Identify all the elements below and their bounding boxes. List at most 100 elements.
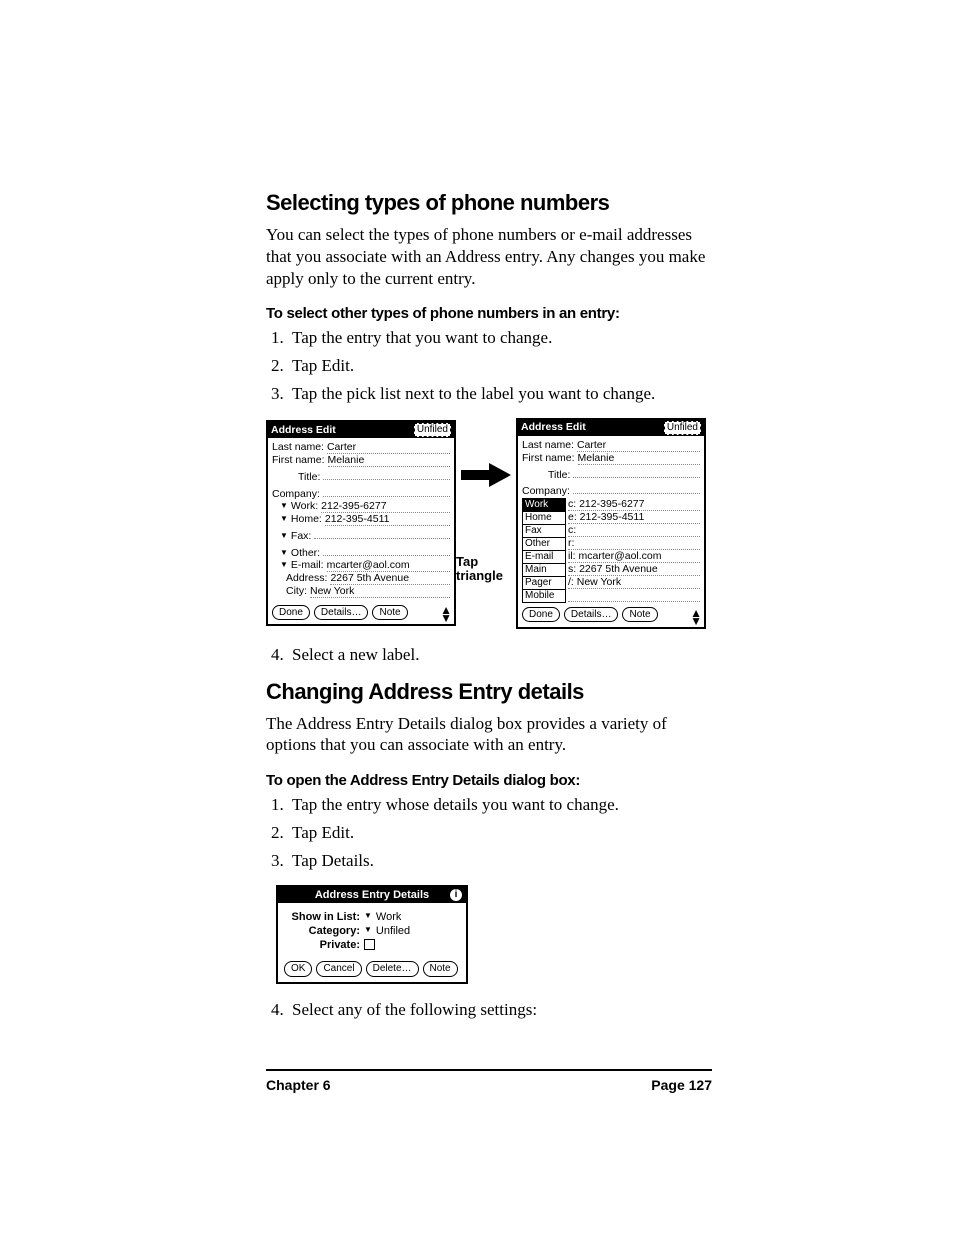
picklist-trigger-icon[interactable]: ▼ [280, 532, 288, 540]
field-value[interactable]: c: 212-395-6277 [568, 498, 700, 511]
field-value[interactable]: 212-395-4511 [325, 513, 450, 526]
label-title: Title: [298, 471, 320, 484]
picklist-option[interactable]: Work [523, 499, 565, 512]
done-button[interactable]: Done [272, 605, 310, 620]
label-category: Category: [286, 925, 360, 937]
delete-button[interactable]: Delete… [366, 961, 419, 977]
info-icon[interactable]: i [450, 889, 462, 901]
step-list: Tap the entry whose details you want to … [266, 793, 712, 872]
step-list: Tap the entry that you want to change. T… [266, 326, 712, 405]
procedure-heading: To select other types of phone numbers i… [266, 305, 712, 322]
field-label: Address: [286, 572, 327, 585]
body-text: You can select the types of phone number… [266, 224, 712, 289]
details-button[interactable]: Details… [564, 607, 619, 622]
label-show-in-list: Show in List: [286, 911, 360, 923]
picklist-trigger-icon[interactable]: ▼ [280, 549, 288, 557]
field-value-row [568, 589, 700, 602]
dropdown-icon[interactable]: ▼ [364, 926, 372, 934]
step: Tap the pick list next to the label you … [288, 382, 712, 406]
palm-screen-left: Address Edit Unfiled Last name:Carter Fi… [266, 420, 456, 626]
picklist-option[interactable]: Fax [523, 525, 565, 538]
picklist-option[interactable]: Pager [523, 577, 565, 590]
cancel-button[interactable]: Cancel [316, 961, 361, 977]
input-last-name[interactable]: Carter [577, 439, 700, 452]
step: Tap Edit. [288, 821, 712, 845]
field-label: City: [286, 585, 307, 598]
dropdown-icon[interactable]: ▼ [364, 912, 372, 920]
picklist-option[interactable]: Other [523, 538, 565, 551]
input-company[interactable] [323, 484, 450, 497]
input-first-name[interactable]: Melanie [578, 452, 700, 465]
step-list-cont: Select any of the following settings: [266, 998, 712, 1022]
field-value[interactable]: 212-395-6277 [321, 500, 450, 513]
step: Tap Details. [288, 849, 712, 873]
field-value[interactable] [568, 589, 700, 602]
picklist-option[interactable]: Mobile [523, 590, 565, 603]
private-checkbox[interactable] [364, 939, 375, 950]
field-label: E-mail: [291, 559, 324, 572]
window-title: Address Edit [521, 421, 586, 434]
field-value-row: c: [568, 524, 700, 537]
label-company: Company: [272, 488, 320, 501]
label-first-name: First name: [522, 452, 575, 465]
window-title: Address Edit [271, 424, 336, 437]
details-button[interactable]: Details… [314, 605, 369, 620]
done-button[interactable]: Done [522, 607, 560, 622]
field-value-row: e: 212-395-4511 [568, 511, 700, 524]
field-value[interactable]: r: [568, 537, 700, 550]
field-value[interactable] [323, 543, 450, 556]
field-value[interactable]: /: New York [568, 576, 700, 589]
input-title[interactable] [573, 465, 700, 478]
ok-button[interactable]: OK [284, 961, 312, 977]
note-button[interactable]: Note [423, 961, 458, 977]
picklist-option[interactable]: Main [523, 564, 565, 577]
chapter-label: Chapter 6 [266, 1077, 331, 1093]
field-value[interactable]: il: mcarter@aol.com [568, 550, 700, 563]
input-first-name[interactable]: Melanie [328, 454, 450, 467]
category-picker[interactable]: Unfiled [664, 421, 701, 435]
field-value-row: c: 212-395-6277 [568, 498, 700, 511]
page-number: Page 127 [651, 1077, 712, 1093]
field-value[interactable]: New York [310, 585, 450, 598]
field-value-row: il: mcarter@aol.com [568, 550, 700, 563]
step: Select any of the following settings: [288, 998, 712, 1022]
category-picker[interactable]: Unfiled [414, 423, 451, 437]
field-value[interactable] [314, 526, 450, 539]
arrow-icon [456, 463, 516, 487]
picklist-trigger-icon[interactable]: ▼ [280, 561, 288, 569]
field-value[interactable]: 2267 5th Avenue [330, 572, 450, 585]
phone-row: City:New York [272, 585, 450, 598]
phone-row: ▼Home:212-395-4511 [272, 513, 450, 526]
category-picker[interactable]: Unfiled [376, 925, 410, 937]
step: Select a new label. [288, 643, 712, 667]
field-value[interactable]: mcarter@aol.com [327, 559, 450, 572]
scroll-arrows-icon[interactable]: ▲▼ [690, 607, 700, 623]
field-value[interactable]: e: 212-395-4511 [568, 511, 700, 524]
picklist-option[interactable]: Home [523, 512, 565, 525]
label-last-name: Last name: [522, 439, 574, 452]
procedure-heading: To open the Address Entry Details dialog… [266, 772, 712, 789]
picklist-trigger-icon[interactable]: ▼ [280, 515, 288, 523]
section-heading: Changing Address Entry details [266, 679, 712, 705]
input-company[interactable] [573, 481, 700, 494]
caption: Tap triangle [456, 555, 503, 584]
field-value[interactable]: s: 2267 5th Avenue [568, 563, 700, 576]
note-button[interactable]: Note [622, 607, 657, 622]
label-first-name: First name: [272, 454, 325, 467]
field-value[interactable]: c: [568, 524, 700, 537]
scroll-arrows-icon[interactable]: ▲▼ [440, 604, 450, 620]
field-label: Home: [291, 513, 322, 526]
input-title[interactable] [323, 467, 450, 480]
section-heading: Selecting types of phone numbers [266, 190, 712, 216]
show-in-list-picker[interactable]: Work [376, 911, 401, 923]
picklist-option[interactable]: E-mail [523, 551, 565, 564]
step-list-cont: Select a new label. [266, 643, 712, 667]
label-company: Company: [522, 485, 570, 498]
input-last-name[interactable]: Carter [327, 441, 450, 454]
field-label: Fax: [291, 530, 311, 543]
picklist-trigger-icon[interactable]: ▼ [280, 502, 288, 510]
step: Tap the entry whose details you want to … [288, 793, 712, 817]
label-title: Title: [548, 469, 570, 482]
phone-row: ▼Work:212-395-6277 [272, 500, 450, 513]
note-button[interactable]: Note [372, 605, 407, 620]
